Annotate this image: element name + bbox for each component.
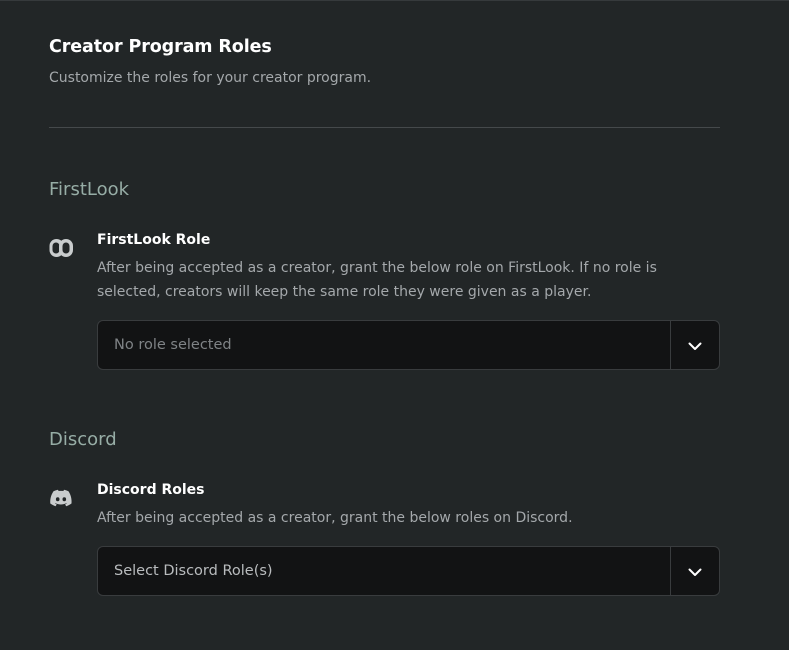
discord-roles-description: After being accepted as a creator, grant…: [97, 510, 573, 526]
chevron-down-icon: [688, 336, 702, 355]
chevron-down-icon: [688, 562, 702, 581]
firstlook-role-label: FirstLook Role: [97, 232, 211, 248]
page-title: Creator Program Roles: [49, 37, 272, 57]
firstlook-role-select-value[interactable]: No role selected: [98, 321, 670, 369]
section-title-firstlook: FirstLook: [49, 179, 130, 200]
creator-program-roles-panel: Creator Program Roles Customize the role…: [0, 0, 789, 650]
firstlook-role-description: After being accepted as a creator, grant…: [97, 260, 657, 300]
discord-roles-label: Discord Roles: [97, 482, 205, 498]
discord-logo-icon: [49, 486, 73, 510]
discord-roles-select[interactable]: Select Discord Role(s): [97, 546, 720, 596]
page-header: Creator Program Roles Customize the role…: [49, 37, 371, 86]
page-subtitle: Customize the roles for your creator pro…: [49, 70, 372, 86]
section-title-discord: Discord: [49, 429, 117, 450]
firstlook-role-select[interactable]: No role selected: [97, 320, 720, 370]
header-divider: [49, 127, 720, 128]
firstlook-role-dropdown-toggle[interactable]: [670, 321, 719, 369]
discord-roles-dropdown-toggle[interactable]: [670, 547, 719, 595]
discord-roles-select-value[interactable]: Select Discord Role(s): [98, 547, 670, 595]
firstlook-logo-icon: [49, 236, 73, 260]
